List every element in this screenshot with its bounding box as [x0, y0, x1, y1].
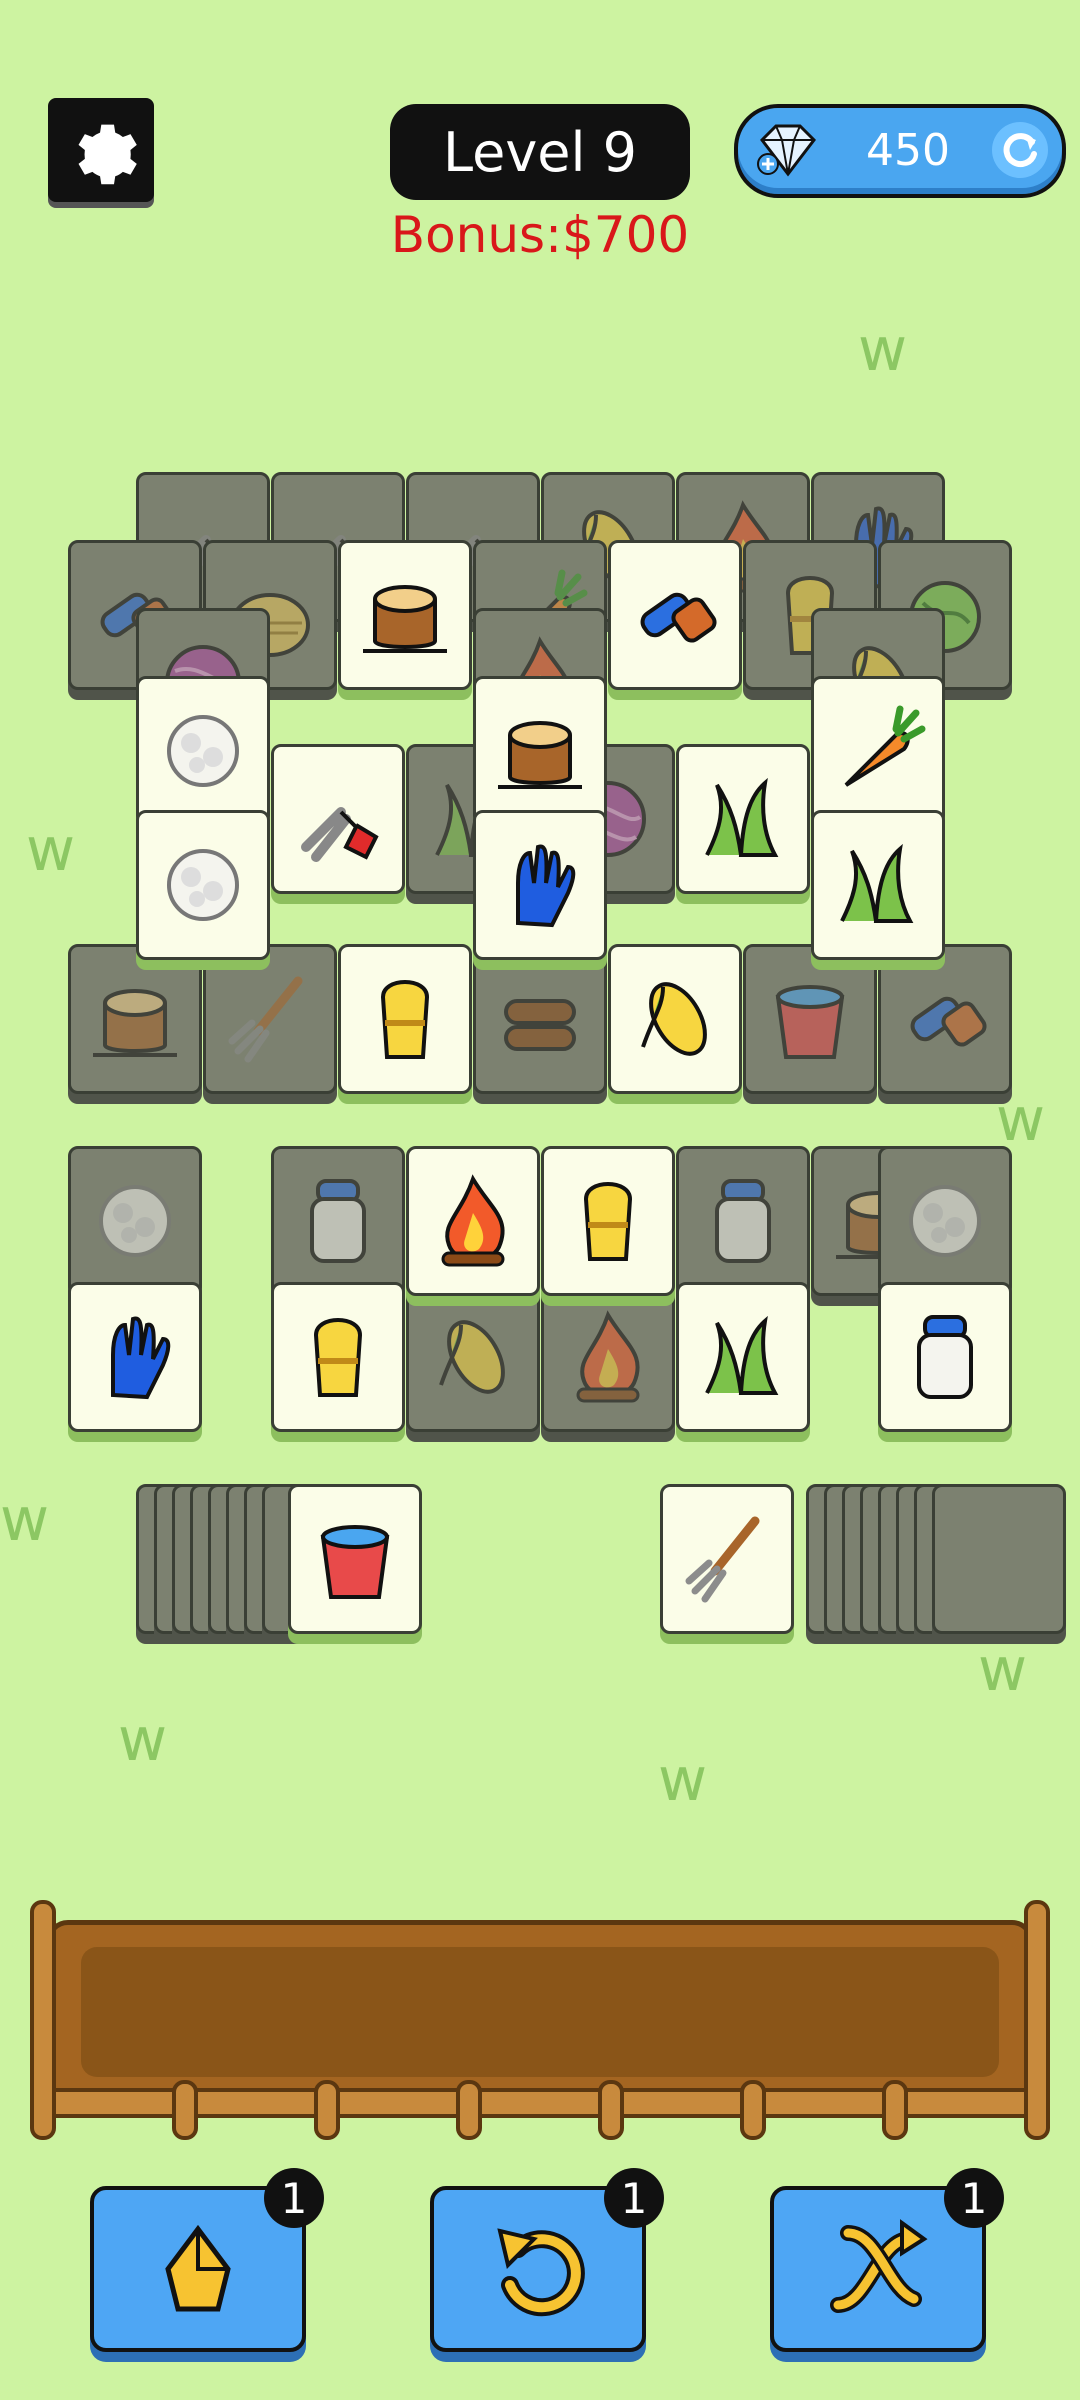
- undo-count-badge: 1: [604, 2168, 664, 2228]
- brush-tile[interactable]: [608, 540, 742, 690]
- grass-tile[interactable]: [676, 744, 810, 894]
- undo-button[interactable]: 1: [430, 2168, 664, 2352]
- tray-post: [740, 2080, 766, 2140]
- wool-tile[interactable]: [136, 676, 270, 826]
- glove-icon: [111, 1316, 171, 1400]
- gems-value: 450: [866, 125, 950, 176]
- stump-tile: [68, 944, 202, 1094]
- wool-tile: [68, 1146, 202, 1296]
- shears-tile[interactable]: [271, 744, 405, 894]
- corn-icon: [641, 982, 707, 1056]
- milk-tile[interactable]: [878, 1282, 1012, 1432]
- undo-icon: [497, 2228, 585, 2317]
- left-stack-top-tile[interactable]: [288, 1484, 422, 1634]
- grass-icon: [840, 843, 914, 923]
- tray-post: [1024, 1900, 1050, 2140]
- shuffle-count-badge: 1: [944, 2168, 1004, 2228]
- gear-icon: [78, 124, 137, 185]
- wool-tile[interactable]: [136, 810, 270, 960]
- glove-tile[interactable]: [68, 1282, 202, 1432]
- corn-tile: [406, 1282, 540, 1432]
- tray-post: [314, 2080, 340, 2140]
- wool-icon: [167, 715, 239, 787]
- glove-icon: [516, 844, 576, 928]
- milk-tile: [676, 1146, 810, 1296]
- shuffle-icon: [830, 2219, 928, 2313]
- pitchfork-tile: [203, 944, 337, 1094]
- grass-icon: [705, 1315, 779, 1395]
- grass-decoration-icon: ᴡ: [0, 1485, 50, 1555]
- gems-counter[interactable]: 450: [734, 104, 1066, 198]
- pitchfork-icon: [685, 1516, 760, 1603]
- wheat-tile[interactable]: [271, 1282, 405, 1432]
- wool-tile: [878, 1146, 1012, 1296]
- hint-button[interactable]: 1: [90, 2168, 324, 2352]
- bonus-label: Bonus:$700: [390, 206, 690, 264]
- corn-icon: [439, 1320, 505, 1394]
- fire-tile: [541, 1282, 675, 1432]
- grass-decoration-icon: ᴡ: [658, 1745, 708, 1815]
- milk-icon: [715, 1179, 771, 1263]
- fire-tile[interactable]: [406, 1146, 540, 1296]
- carrot-icon: [844, 705, 926, 787]
- tray-post: [882, 2080, 908, 2140]
- grass-decoration-icon: ᴡ: [858, 315, 908, 385]
- collection-tray: [30, 1880, 1050, 2160]
- shuffle-button[interactable]: 1: [770, 2168, 1004, 2352]
- fire-icon: [576, 1310, 640, 1403]
- level-label: Level 9: [442, 120, 638, 184]
- grass-tile[interactable]: [811, 810, 945, 960]
- hint-count-badge: 1: [264, 2168, 324, 2228]
- grass-decoration-icon: ᴡ: [118, 1705, 168, 1775]
- settings-button[interactable]: [48, 98, 154, 202]
- hint-icon: [165, 2224, 231, 2312]
- tray-post: [30, 1900, 56, 2140]
- stump-icon: [363, 585, 447, 653]
- pitchfork-icon: [228, 976, 303, 1063]
- tray-post: [598, 2080, 624, 2140]
- right-stack-top-tile[interactable]: [660, 1484, 794, 1634]
- brush-icon: [640, 592, 717, 643]
- bucket-icon: [320, 1525, 390, 1599]
- tray-slot-area: [81, 1947, 999, 2077]
- grass-decoration-icon: ᴡ: [978, 1635, 1028, 1705]
- brush-tile: [878, 944, 1012, 1094]
- milk-icon: [310, 1179, 366, 1263]
- shears-icon: [301, 807, 379, 862]
- milk-tile: [271, 1146, 405, 1296]
- stump-tile[interactable]: [473, 676, 607, 826]
- brush-icon: [910, 996, 987, 1047]
- grass-tile[interactable]: [676, 1282, 810, 1432]
- fire-icon: [441, 1174, 505, 1267]
- stump-icon: [498, 721, 582, 789]
- bucket-tile: [743, 944, 877, 1094]
- logs-icon: [504, 999, 576, 1051]
- bucket-icon: [775, 985, 845, 1059]
- wool-icon: [167, 849, 239, 921]
- wheat-tile[interactable]: [338, 944, 472, 1094]
- milk-icon: [917, 1315, 973, 1399]
- stump-tile[interactable]: [338, 540, 472, 690]
- grass-decoration-icon: ᴡ: [996, 1085, 1046, 1155]
- wool-icon: [99, 1185, 171, 1257]
- refresh-icon[interactable]: [990, 120, 1050, 180]
- corn-tile[interactable]: [608, 944, 742, 1094]
- tray-post: [456, 2080, 482, 2140]
- stump-icon: [93, 989, 177, 1057]
- tray-post: [172, 2080, 198, 2140]
- grass-decoration-icon: ᴡ: [26, 815, 76, 885]
- wheat-icon: [583, 1182, 633, 1261]
- wheat-icon: [313, 1318, 363, 1397]
- wheat-icon: [380, 980, 430, 1059]
- logs-tile: [473, 944, 607, 1094]
- wheat-tile[interactable]: [541, 1146, 675, 1296]
- carrot-tile[interactable]: [811, 676, 945, 826]
- level-indicator: Level 9: [390, 104, 690, 200]
- stack-card: [932, 1484, 1066, 1634]
- glove-tile[interactable]: [473, 810, 607, 960]
- grass-icon: [705, 777, 779, 857]
- wool-icon: [909, 1185, 981, 1257]
- add-gems-icon[interactable]: [756, 122, 820, 178]
